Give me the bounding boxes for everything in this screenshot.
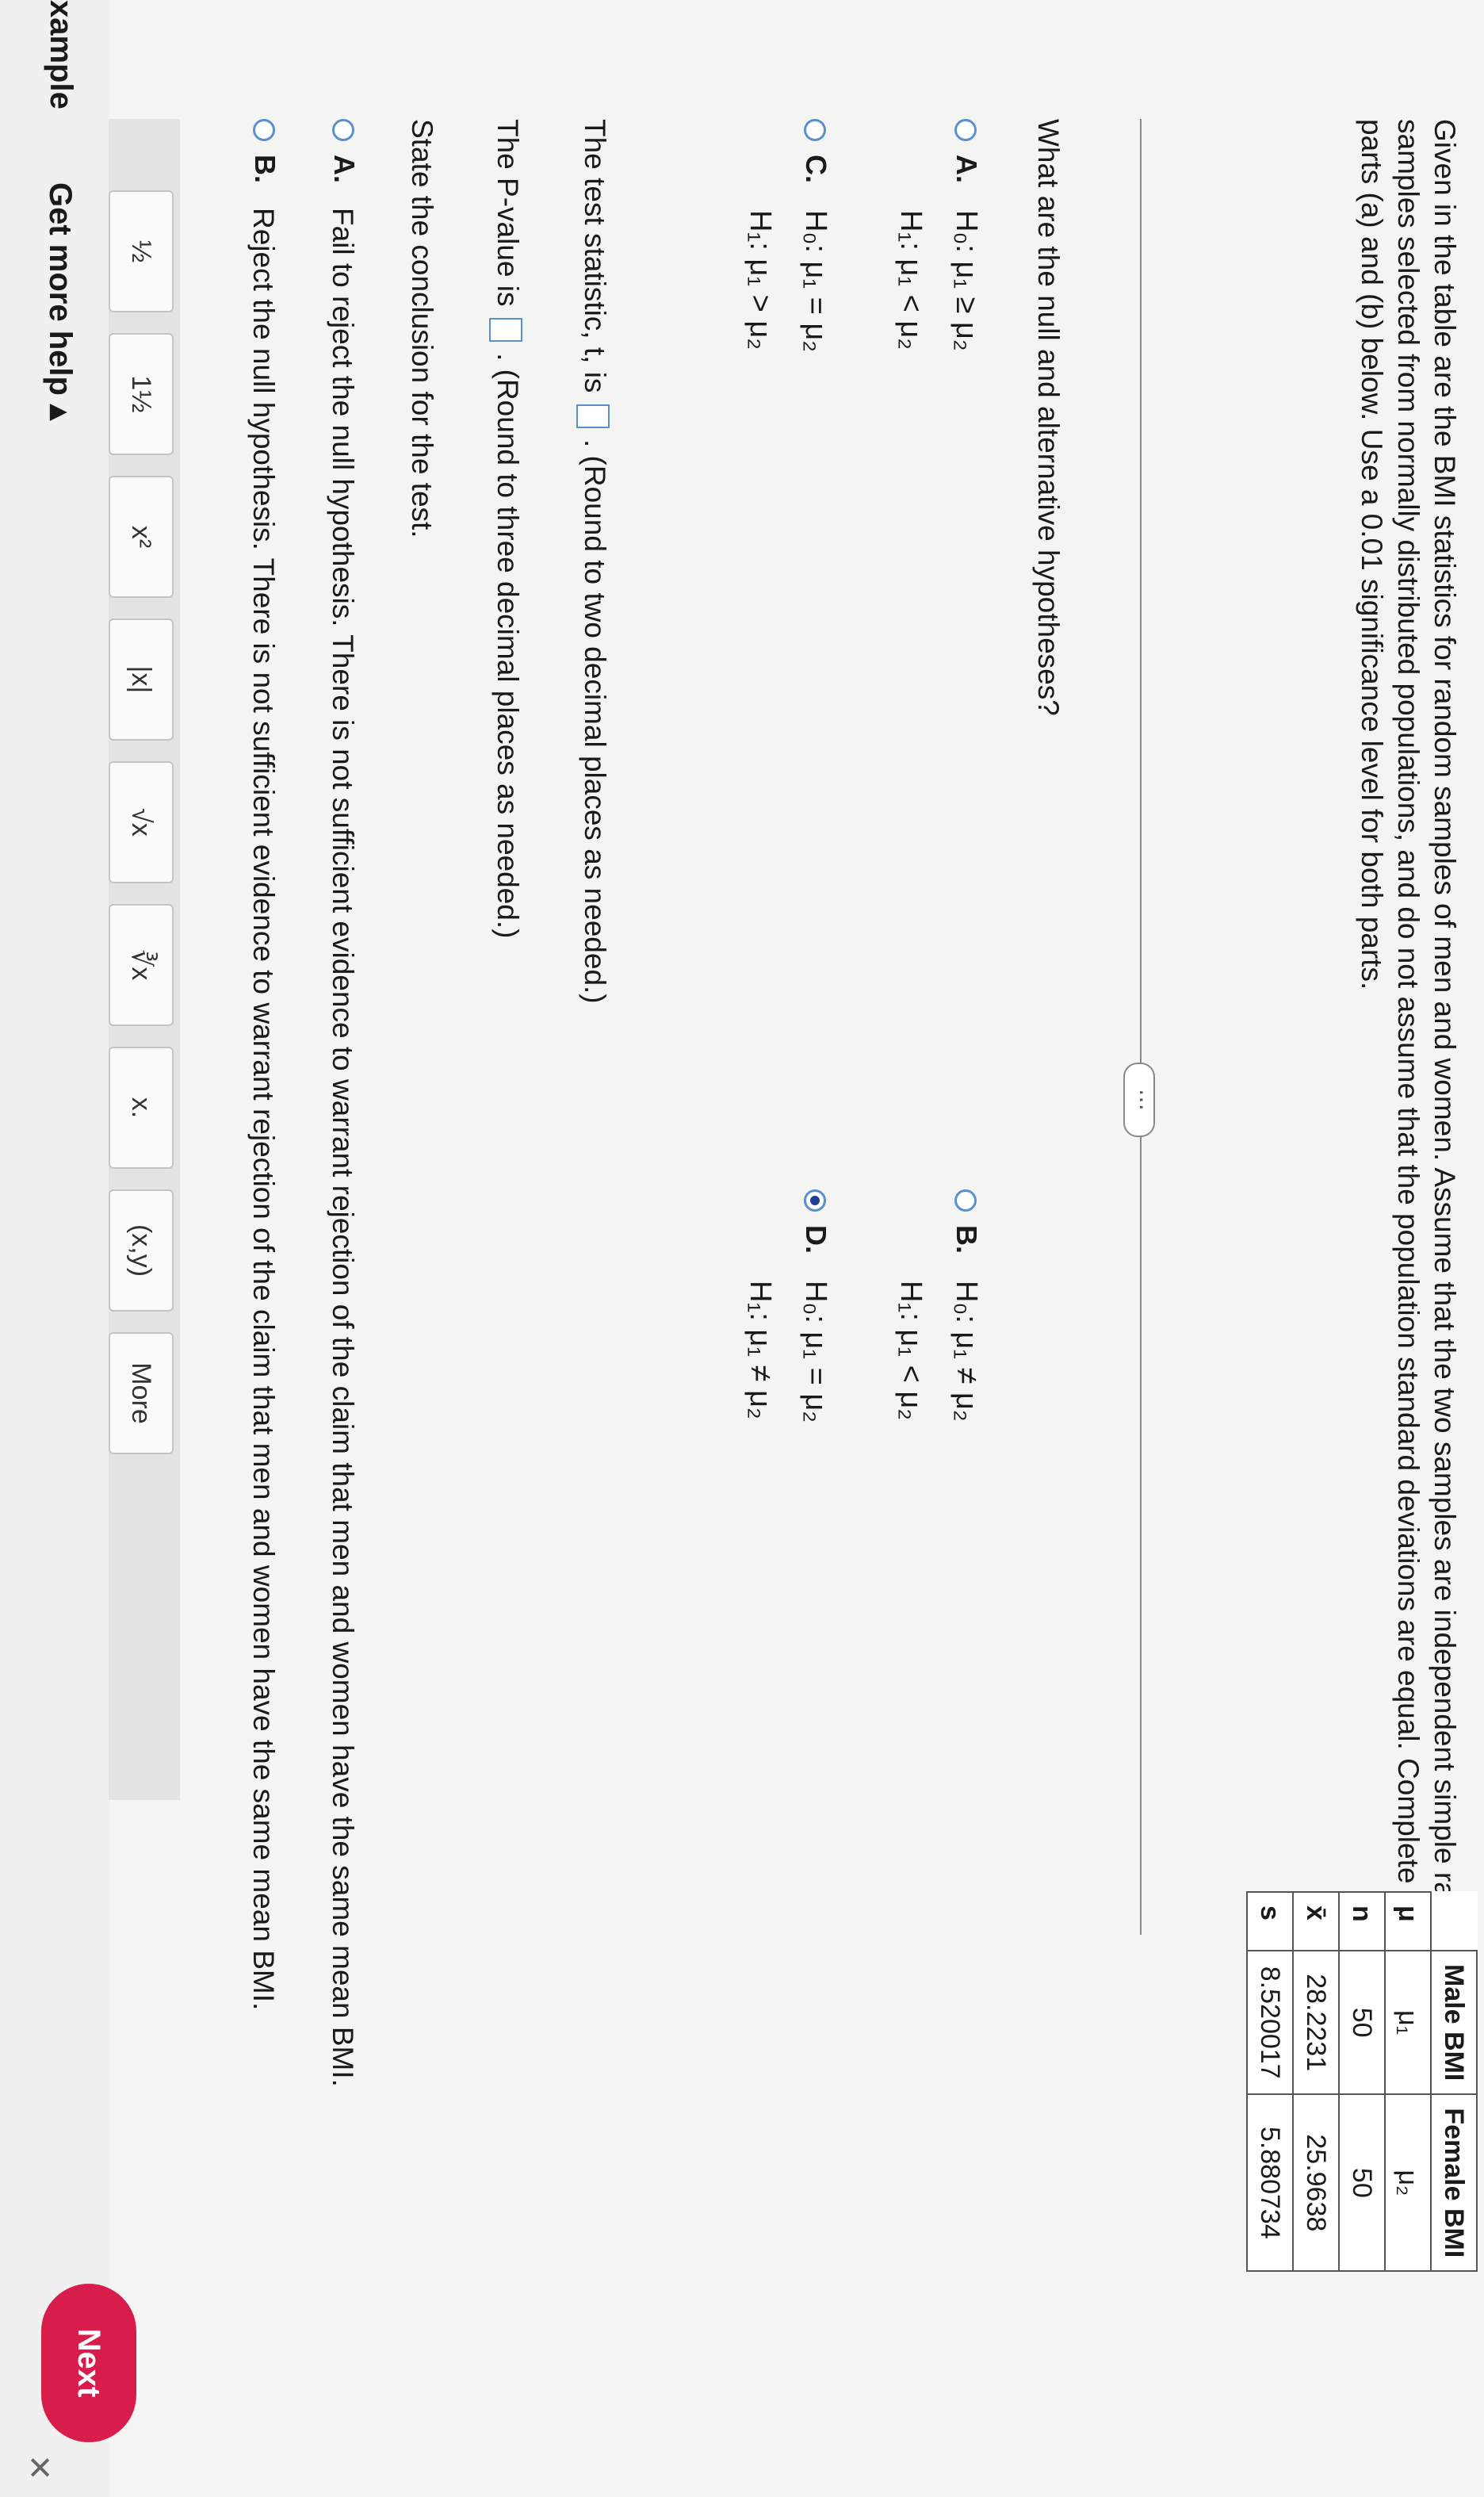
exponent-tool[interactable]: x² [109, 476, 174, 598]
header-male: Male BMI [1431, 1951, 1477, 2095]
separator [1140, 119, 1142, 1935]
conclusion-b-radio[interactable] [253, 119, 275, 141]
conclusion-prompt: State the conclusion for the test. [406, 119, 438, 538]
mixed-number-tool[interactable]: 1½ [109, 333, 174, 455]
math-toolbar: ½ 1½ x² |x| √x ∛x x. (x,y) More [105, 119, 180, 1800]
example-link[interactable]: xample [43, 0, 78, 109]
option-b-letter: B. [950, 1225, 983, 1254]
option-d-radio[interactable] [804, 1189, 826, 1212]
table-row: μ μ₁ μ₂ [1385, 1892, 1431, 2272]
expand-more-button[interactable]: ⋯ [1123, 1063, 1155, 1137]
intro-line-3: parts (a) and (b) below. Use a 0.01 sign… [1356, 119, 1388, 990]
bmi-table: Male BMI Female BMI μ μ₁ μ₂ n 50 50 x̄ 2… [1246, 1891, 1478, 2273]
table-row: x̄ 28.2231 25.9638 [1293, 1892, 1339, 2272]
more-tools-button[interactable]: More [109, 1332, 174, 1454]
hypotheses-question: What are the null and alternative hypoth… [1032, 119, 1065, 716]
option-a-h0: H₀: μ₁ ≥ μ₂ [950, 210, 983, 351]
decimal-tool[interactable]: x. [109, 1047, 174, 1169]
option-b-h0: H₀: μ₁ ≠ μ₂ [950, 1281, 983, 1422]
conclusion-b-letter: B. [249, 155, 281, 183]
close-icon[interactable]: ✕ [21, 2454, 57, 2481]
next-button[interactable]: Next [41, 2284, 136, 2442]
conclusion-a-text: Fail to reject the null hypothesis. Ther… [327, 208, 359, 2087]
nth-root-tool[interactable]: ∛x [109, 904, 174, 1026]
table-row: s 8.520017 5.880734 [1247, 1892, 1293, 2272]
test-statistic-input[interactable] [576, 404, 610, 428]
ordered-pair-tool[interactable]: (x,y) [109, 1189, 174, 1312]
option-d-h0: H₀: μ₁ = μ₂ [799, 1281, 832, 1423]
conclusion-a-radio[interactable] [332, 119, 354, 141]
conclusion-b-text: Reject the null hypothesis. There is not… [247, 208, 280, 2011]
square-root-tool[interactable]: √x [109, 761, 174, 883]
intro-line-2: samples selected from normally distribut… [1392, 119, 1425, 1884]
option-c-radio[interactable] [804, 119, 826, 141]
question-panel: Given in the table are the BMI statistic… [0, 0, 1484, 2497]
option-a-radio[interactable] [954, 119, 977, 141]
table-row: n 50 50 [1339, 1892, 1385, 2272]
option-d-letter: D. [800, 1225, 832, 1254]
table-corner [1431, 1892, 1477, 1951]
option-c-letter: C. [800, 155, 832, 183]
test-statistic-line: The test statistic, t, is . (Round to tw… [576, 119, 612, 1004]
get-more-help-button[interactable]: Get more help ▴ [42, 182, 78, 420]
intro-line-1: Given in the table are the BMI statistic… [1429, 119, 1461, 1972]
fraction-tool[interactable]: ½ [109, 190, 174, 312]
p-value-input[interactable] [488, 317, 522, 342]
header-female: Female BMI [1431, 2094, 1477, 2272]
option-b-h1: H₁: μ₁ < μ₂ [894, 1281, 928, 1421]
conclusion-a-letter: A. [328, 155, 361, 183]
option-a-letter: A. [950, 155, 983, 183]
option-c-h1: H₁: μ₁ > μ₂ [744, 210, 777, 350]
option-c-h0: H₀: μ₁ = μ₂ [799, 210, 832, 352]
footer-bar: xample Get more help ▴ [0, 0, 109, 2497]
option-a-h1: H₁: μ₁ < μ₂ [894, 210, 928, 350]
option-b-radio[interactable] [954, 1189, 977, 1212]
absolute-value-tool[interactable]: |x| [109, 619, 174, 741]
p-value-line: The P-value is . (Round to three decimal… [488, 119, 525, 938]
option-d-h1: H₁: μ₁ ≠ μ₂ [744, 1281, 777, 1419]
